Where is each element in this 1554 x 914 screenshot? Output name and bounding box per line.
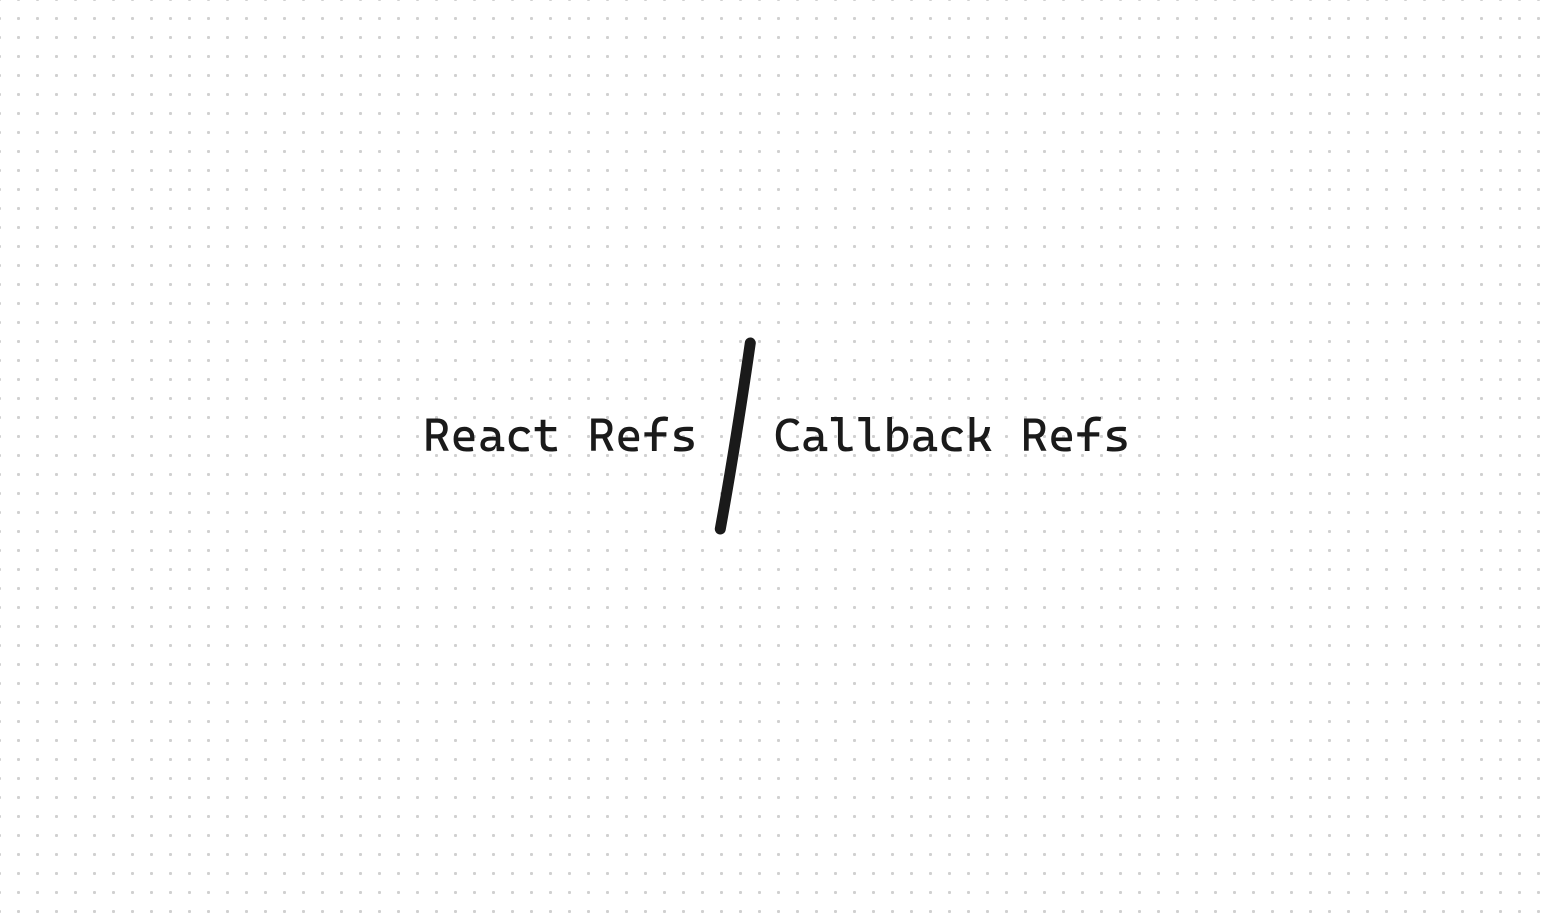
text-right[interactable]: Callback Refs xyxy=(774,408,1131,462)
slash-divider-icon[interactable] xyxy=(706,325,766,545)
text-left[interactable]: React Refs xyxy=(423,408,698,462)
canvas-content[interactable]: React Refs Callback Refs xyxy=(423,325,1130,545)
